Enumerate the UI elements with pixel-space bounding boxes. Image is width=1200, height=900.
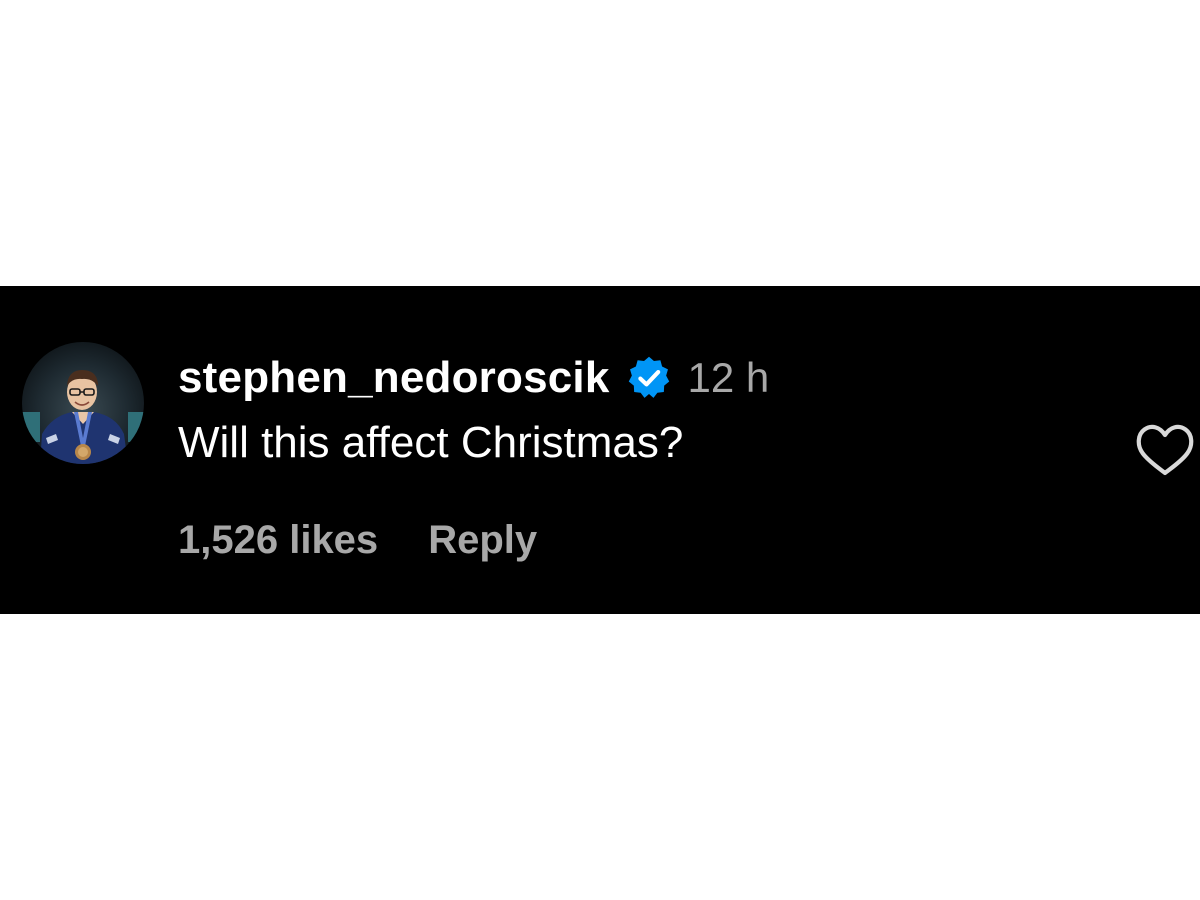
avatar[interactable] xyxy=(22,342,144,464)
comment-header: stephen_nedoroscik 12 h xyxy=(178,350,769,406)
comment-timestamp[interactable]: 12 h xyxy=(688,354,770,402)
likes-count[interactable]: 1,526 likes xyxy=(178,518,378,563)
heart-outline-icon[interactable] xyxy=(1134,420,1196,478)
comment-text: Will this affect Christmas? xyxy=(178,418,684,467)
comment-card: stephen_nedoroscik 12 h Will this affect… xyxy=(0,286,1200,614)
reply-button[interactable]: Reply xyxy=(428,518,537,563)
page: stephen_nedoroscik 12 h Will this affect… xyxy=(0,0,1200,900)
avatar-image xyxy=(22,342,144,464)
username-link[interactable]: stephen_nedoroscik xyxy=(178,353,610,403)
verified-badge-icon xyxy=(626,355,672,401)
comment-actions: 1,526 likes Reply xyxy=(178,518,537,563)
